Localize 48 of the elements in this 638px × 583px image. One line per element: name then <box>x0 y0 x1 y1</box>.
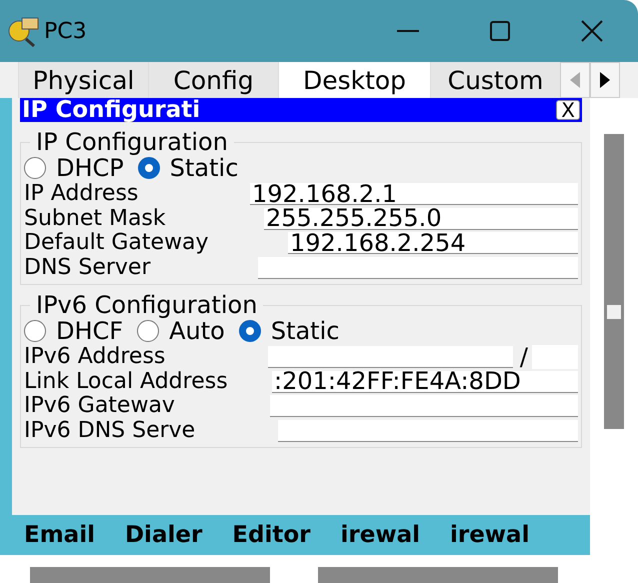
radio-option[interactable]: DHCF <box>24 317 124 345</box>
radio-icon[interactable] <box>138 157 160 179</box>
radio-option[interactable]: DHCP <box>24 154 124 182</box>
app-label[interactable]: Dialer <box>124 521 202 549</box>
field-label: IPv6 Address <box>24 345 166 370</box>
window-title: PC3 <box>44 18 88 44</box>
input-field[interactable]: 192.168.2.1 <box>250 183 578 206</box>
field-label: Link Local Address <box>24 370 229 394</box>
scrollbar-thumb[interactable] <box>604 134 624 429</box>
input-field[interactable] <box>270 395 578 418</box>
input-field[interactable] <box>258 256 578 279</box>
radio-icon[interactable] <box>238 320 261 342</box>
input-field[interactable] <box>268 346 513 368</box>
field-label: Subnet Mask <box>24 206 167 231</box>
radio-option[interactable]: Static <box>138 154 238 182</box>
app-label[interactable]: irewal <box>450 521 530 549</box>
input-field[interactable]: 255.255.255.0 <box>264 208 578 230</box>
radio-option[interactable]: Static <box>238 317 340 345</box>
field-label: Default Gateway <box>24 231 210 256</box>
close-button[interactable]: X <box>556 100 580 120</box>
field-label: IP Address <box>24 182 140 206</box>
tab-scroll-right-button[interactable] <box>590 62 620 98</box>
radio-icon[interactable] <box>24 157 46 179</box>
app-label[interactable]: Editor <box>232 521 310 549</box>
radio-icon[interactable] <box>137 320 160 342</box>
separator: / <box>520 343 528 372</box>
radio-icon[interactable] <box>24 320 46 342</box>
tab[interactable]: Config <box>148 62 278 98</box>
app-label[interactable]: Email <box>24 521 95 549</box>
tab[interactable]: Desktop <box>278 62 430 98</box>
tab[interactable]: Physical <box>18 62 148 98</box>
tab[interactable]: Custom <box>430 62 560 98</box>
radio-option[interactable]: Auto <box>137 317 225 345</box>
group-title: IP Configuration <box>35 130 229 154</box>
minimize-icon[interactable] <box>397 29 419 33</box>
maximize-icon[interactable] <box>490 21 510 41</box>
close-icon[interactable] <box>581 20 603 42</box>
field-label: DNS Server <box>24 256 152 280</box>
app-label[interactable]: irewal <box>340 521 420 549</box>
input-field[interactable] <box>278 420 578 442</box>
input-field[interactable]: :201:42FF:FE4A:8DD <box>272 370 578 393</box>
group-title: IPv6 Configuration <box>35 293 258 317</box>
field-label: IPv6 Gatewav <box>24 394 176 418</box>
left-arrow-icon <box>570 72 580 88</box>
input-field[interactable]: 192.168.2.254 <box>288 232 578 254</box>
dialog-title: IP Configurati <box>22 98 200 122</box>
field-label: IPv6 DNS Serve <box>24 418 196 443</box>
right-arrow-icon <box>600 72 610 88</box>
